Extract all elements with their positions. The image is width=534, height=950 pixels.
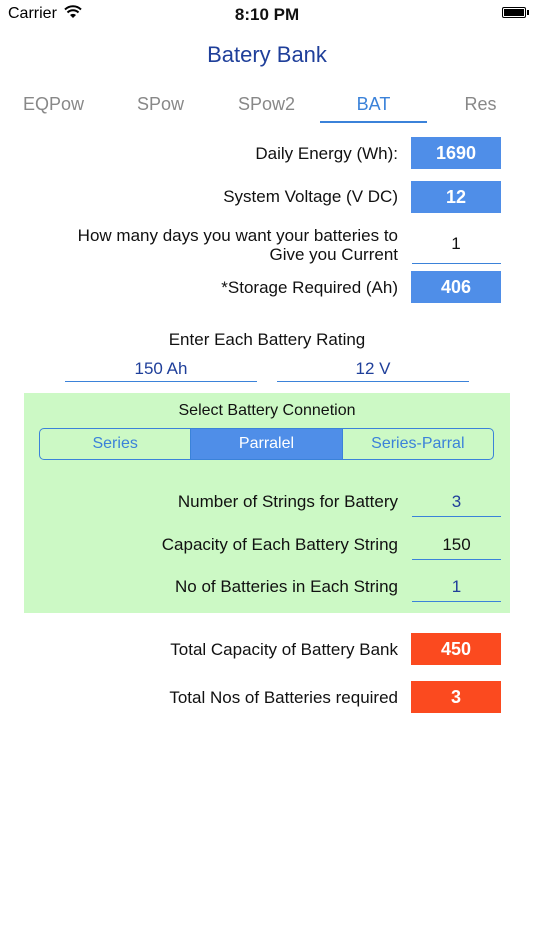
clock: 8:10 PM (234, 5, 300, 24)
batteries-per-string-label: No of Batteries in Each String (174, 577, 398, 596)
battery-rating-label: Enter Each Battery Rating (168, 330, 366, 349)
total-capacity-label: Total Capacity of Battery Bank (170, 640, 398, 659)
total-batteries-value: 3 (411, 681, 501, 713)
daily-energy-label: Daily Energy (Wh): (255, 144, 398, 163)
capacity-string-label: Capacity of Each Battery String (161, 535, 398, 554)
tab-bar: EQPow SPow SPow2 BAT Res (0, 88, 534, 124)
daily-energy-value: 1690 (411, 137, 501, 169)
batteries-per-string-underline (412, 601, 501, 602)
active-tab-indicator (320, 121, 427, 123)
capacity-string-value: 150 (442, 535, 471, 554)
strings-underline (412, 516, 501, 517)
strings-label: Number of Strings for Battery (177, 492, 398, 511)
days-label: How many days you want your batteries to… (78, 226, 398, 264)
tab-bat[interactable]: BAT (320, 94, 427, 115)
segment-series-parallel[interactable]: Series-Parral (343, 429, 493, 459)
system-voltage-label: System Voltage (V DC) (223, 187, 398, 206)
tab-res[interactable]: Res (427, 94, 534, 115)
total-batteries-label: Total Nos of Batteries required (169, 688, 398, 707)
page-title: Batery Bank (207, 42, 327, 67)
battery-ah-underline (65, 381, 257, 382)
system-voltage-value: 12 (411, 181, 501, 213)
segment-series[interactable]: Series (40, 429, 192, 459)
battery-icon (502, 7, 529, 18)
battery-ah-input[interactable]: 150 Ah (65, 359, 257, 379)
tab-eqpow[interactable]: EQPow (0, 94, 107, 115)
batteries-per-string-input[interactable]: 1 (412, 577, 501, 597)
battery-volt-input[interactable]: 12 V (277, 359, 469, 379)
connection-label: Select Battery Connetion (178, 402, 356, 419)
tab-spow2[interactable]: SPow2 (213, 94, 320, 115)
battery-volt-underline (277, 381, 469, 382)
total-capacity-value: 450 (411, 633, 501, 665)
storage-label: *Storage Required (Ah) (221, 278, 398, 297)
days-input[interactable]: 1 (441, 234, 471, 254)
storage-value: 406 (411, 271, 501, 303)
days-label-line2: Give you Current (269, 245, 399, 264)
segment-parallel[interactable]: Parralel (191, 429, 343, 459)
days-input-underline (412, 263, 501, 264)
capacity-string-underline (412, 559, 501, 560)
status-bar: Carrier 8:10 PM (0, 0, 534, 28)
days-label-line1: How many days you want your batteries to (77, 226, 398, 245)
connection-segmented-control: Series Parralel Series-Parral (39, 428, 494, 460)
tab-spow[interactable]: SPow (107, 94, 214, 115)
strings-input[interactable]: 3 (412, 492, 501, 512)
